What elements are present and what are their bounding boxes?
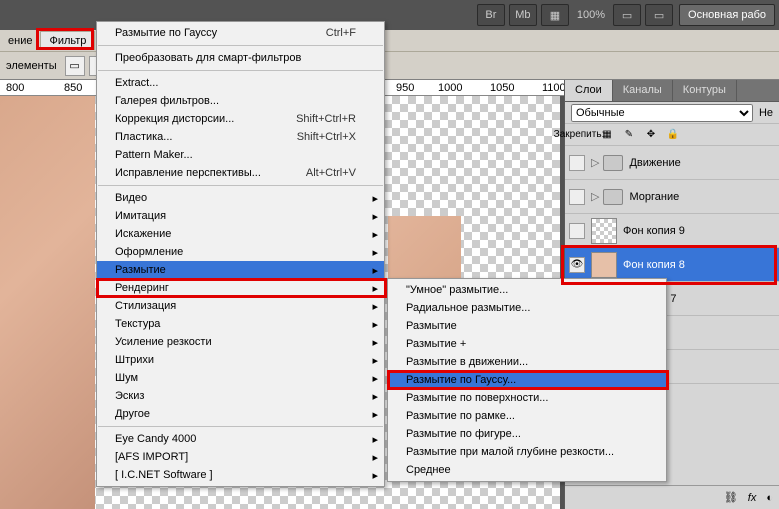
extras-button[interactable]: ▭ xyxy=(645,4,673,26)
filter-brush-strokes[interactable]: Штрихи▸ xyxy=(97,351,384,369)
link-layers-icon[interactable]: ⛓ xyxy=(724,491,738,504)
layer-thumbnail xyxy=(591,252,617,278)
blur-blur[interactable]: Размытие xyxy=(388,317,666,335)
filter-artistic[interactable]: Имитация▸ xyxy=(97,207,384,225)
mask-icon[interactable]: ◐ xyxy=(766,492,773,504)
blur-gaussian[interactable]: Размытие по Гауссу... xyxy=(388,371,666,389)
menu-prev-fragment[interactable]: ение xyxy=(0,32,40,50)
menu-filter[interactable]: Фильтр xyxy=(40,31,95,50)
layer-folder[interactable]: ▷Движение xyxy=(565,146,779,180)
visibility-toggle[interactable] xyxy=(569,189,585,205)
filter-stylize-group[interactable]: Оформление▸ xyxy=(97,243,384,261)
lock-pixels-icon[interactable]: ✎ xyxy=(621,127,637,143)
tab-channels[interactable]: Каналы xyxy=(613,80,673,101)
filter-sketch[interactable]: Эскиз▸ xyxy=(97,387,384,405)
visibility-toggle[interactable] xyxy=(569,223,585,239)
blur-surface[interactable]: Размытие по поверхности... xyxy=(388,389,666,407)
lock-row: Закрепить: ▦ ✎ ✥ 🔒 xyxy=(565,124,779,146)
blend-mode-row: Обычные Не xyxy=(565,102,779,124)
filter-afs[interactable]: [AFS IMPORT]▸ xyxy=(97,448,384,466)
filter-stylize[interactable]: Стилизация▸ xyxy=(97,297,384,315)
tab-paths[interactable]: Контуры xyxy=(673,80,737,101)
layers-footer: ⛓ fx ◐ xyxy=(565,485,779,509)
filter-distort[interactable]: Искажение▸ xyxy=(97,225,384,243)
blend-mode-select[interactable]: Обычные xyxy=(571,104,753,122)
tab-layers[interactable]: Слои xyxy=(565,80,613,101)
visibility-toggle[interactable] xyxy=(569,155,585,171)
blur-average[interactable]: Среднее xyxy=(388,461,666,479)
blur-motion[interactable]: Размытие в движении... xyxy=(388,353,666,371)
blur-radial[interactable]: Радиальное размытие... xyxy=(388,299,666,317)
blur-shape[interactable]: Размытие по фигуре... xyxy=(388,425,666,443)
layer-thumbnail xyxy=(591,218,617,244)
filter-repeat-last[interactable]: Размытие по ГауссуCtrl+F xyxy=(97,24,384,42)
layer-folder[interactable]: ▷Моргание xyxy=(565,180,779,214)
lock-all-icon[interactable]: 🔒 xyxy=(665,127,681,143)
options-label: элементы xyxy=(6,60,57,72)
canvas-image-left xyxy=(0,96,95,509)
blur-submenu: "Умное" размытие... Радиальное размытие.… xyxy=(387,278,667,482)
visibility-toggle[interactable]: 👁 xyxy=(569,257,585,273)
blur-more[interactable]: Размытие + xyxy=(388,335,666,353)
submenu-arrow-icon: ▸ xyxy=(372,192,378,205)
opacity-fragment: Не xyxy=(759,107,773,119)
filter-menu: Размытие по ГауссуCtrl+F Преобразовать д… xyxy=(96,21,385,487)
filter-liquify[interactable]: Пластика...Shift+Ctrl+X xyxy=(97,128,384,146)
folder-icon xyxy=(603,189,623,205)
filter-eyecandy[interactable]: Eye Candy 4000▸ xyxy=(97,430,384,448)
filter-texture[interactable]: Текстура▸ xyxy=(97,315,384,333)
filter-vanishing-point[interactable]: Исправление перспективы...Alt+Ctrl+V xyxy=(97,164,384,182)
fx-icon[interactable]: fx xyxy=(748,492,757,504)
filter-noise[interactable]: Шум▸ xyxy=(97,369,384,387)
screen-mode-button[interactable]: ▦ xyxy=(541,4,569,26)
lock-position-icon[interactable]: ✥ xyxy=(643,127,659,143)
bridge-button[interactable]: Br xyxy=(477,4,505,26)
filter-other[interactable]: Другое▸ xyxy=(97,405,384,423)
filter-extract[interactable]: Extract... xyxy=(97,74,384,92)
filter-icnet[interactable]: [ I.C.NET Software ]▸ xyxy=(97,466,384,484)
filter-video[interactable]: Видео▸ xyxy=(97,189,384,207)
canvas-image-center xyxy=(388,216,461,279)
lock-label: Закрепить: xyxy=(571,127,587,143)
panel-tabs: Слои Каналы Контуры xyxy=(565,80,779,102)
filter-sharpen[interactable]: Усиление резкости▸ xyxy=(97,333,384,351)
filter-blur-submenu[interactable]: Размытие▸ xyxy=(97,261,384,279)
filter-render[interactable]: Рендеринг▸ xyxy=(97,279,384,297)
layer-item-selected[interactable]: 👁Фон копия 8 xyxy=(565,248,779,282)
layer-item[interactable]: Фон копия 9 xyxy=(565,214,779,248)
filter-pattern-maker[interactable]: Pattern Maker... xyxy=(97,146,384,164)
blur-lens[interactable]: Размытие при малой глубине резкости... xyxy=(388,443,666,461)
filter-lens-correction[interactable]: Коррекция дисторсии...Shift+Ctrl+R xyxy=(97,110,384,128)
minibridge-button[interactable]: Mb xyxy=(509,4,537,26)
lock-transparency-icon[interactable]: ▦ xyxy=(599,127,615,143)
folder-icon xyxy=(603,155,623,171)
filter-smart[interactable]: Преобразовать для смарт-фильтров xyxy=(97,49,384,67)
align-icon[interactable]: ▭ xyxy=(65,56,85,76)
filter-gallery[interactable]: Галерея фильтров... xyxy=(97,92,384,110)
workspace-button[interactable]: Основная рабо xyxy=(679,4,775,26)
blur-smart[interactable]: "Умное" размытие... xyxy=(388,281,666,299)
zoom-level[interactable]: 100% xyxy=(571,9,611,21)
arrange-button[interactable]: ▭ xyxy=(613,4,641,26)
blur-box[interactable]: Размытие по рамке... xyxy=(388,407,666,425)
